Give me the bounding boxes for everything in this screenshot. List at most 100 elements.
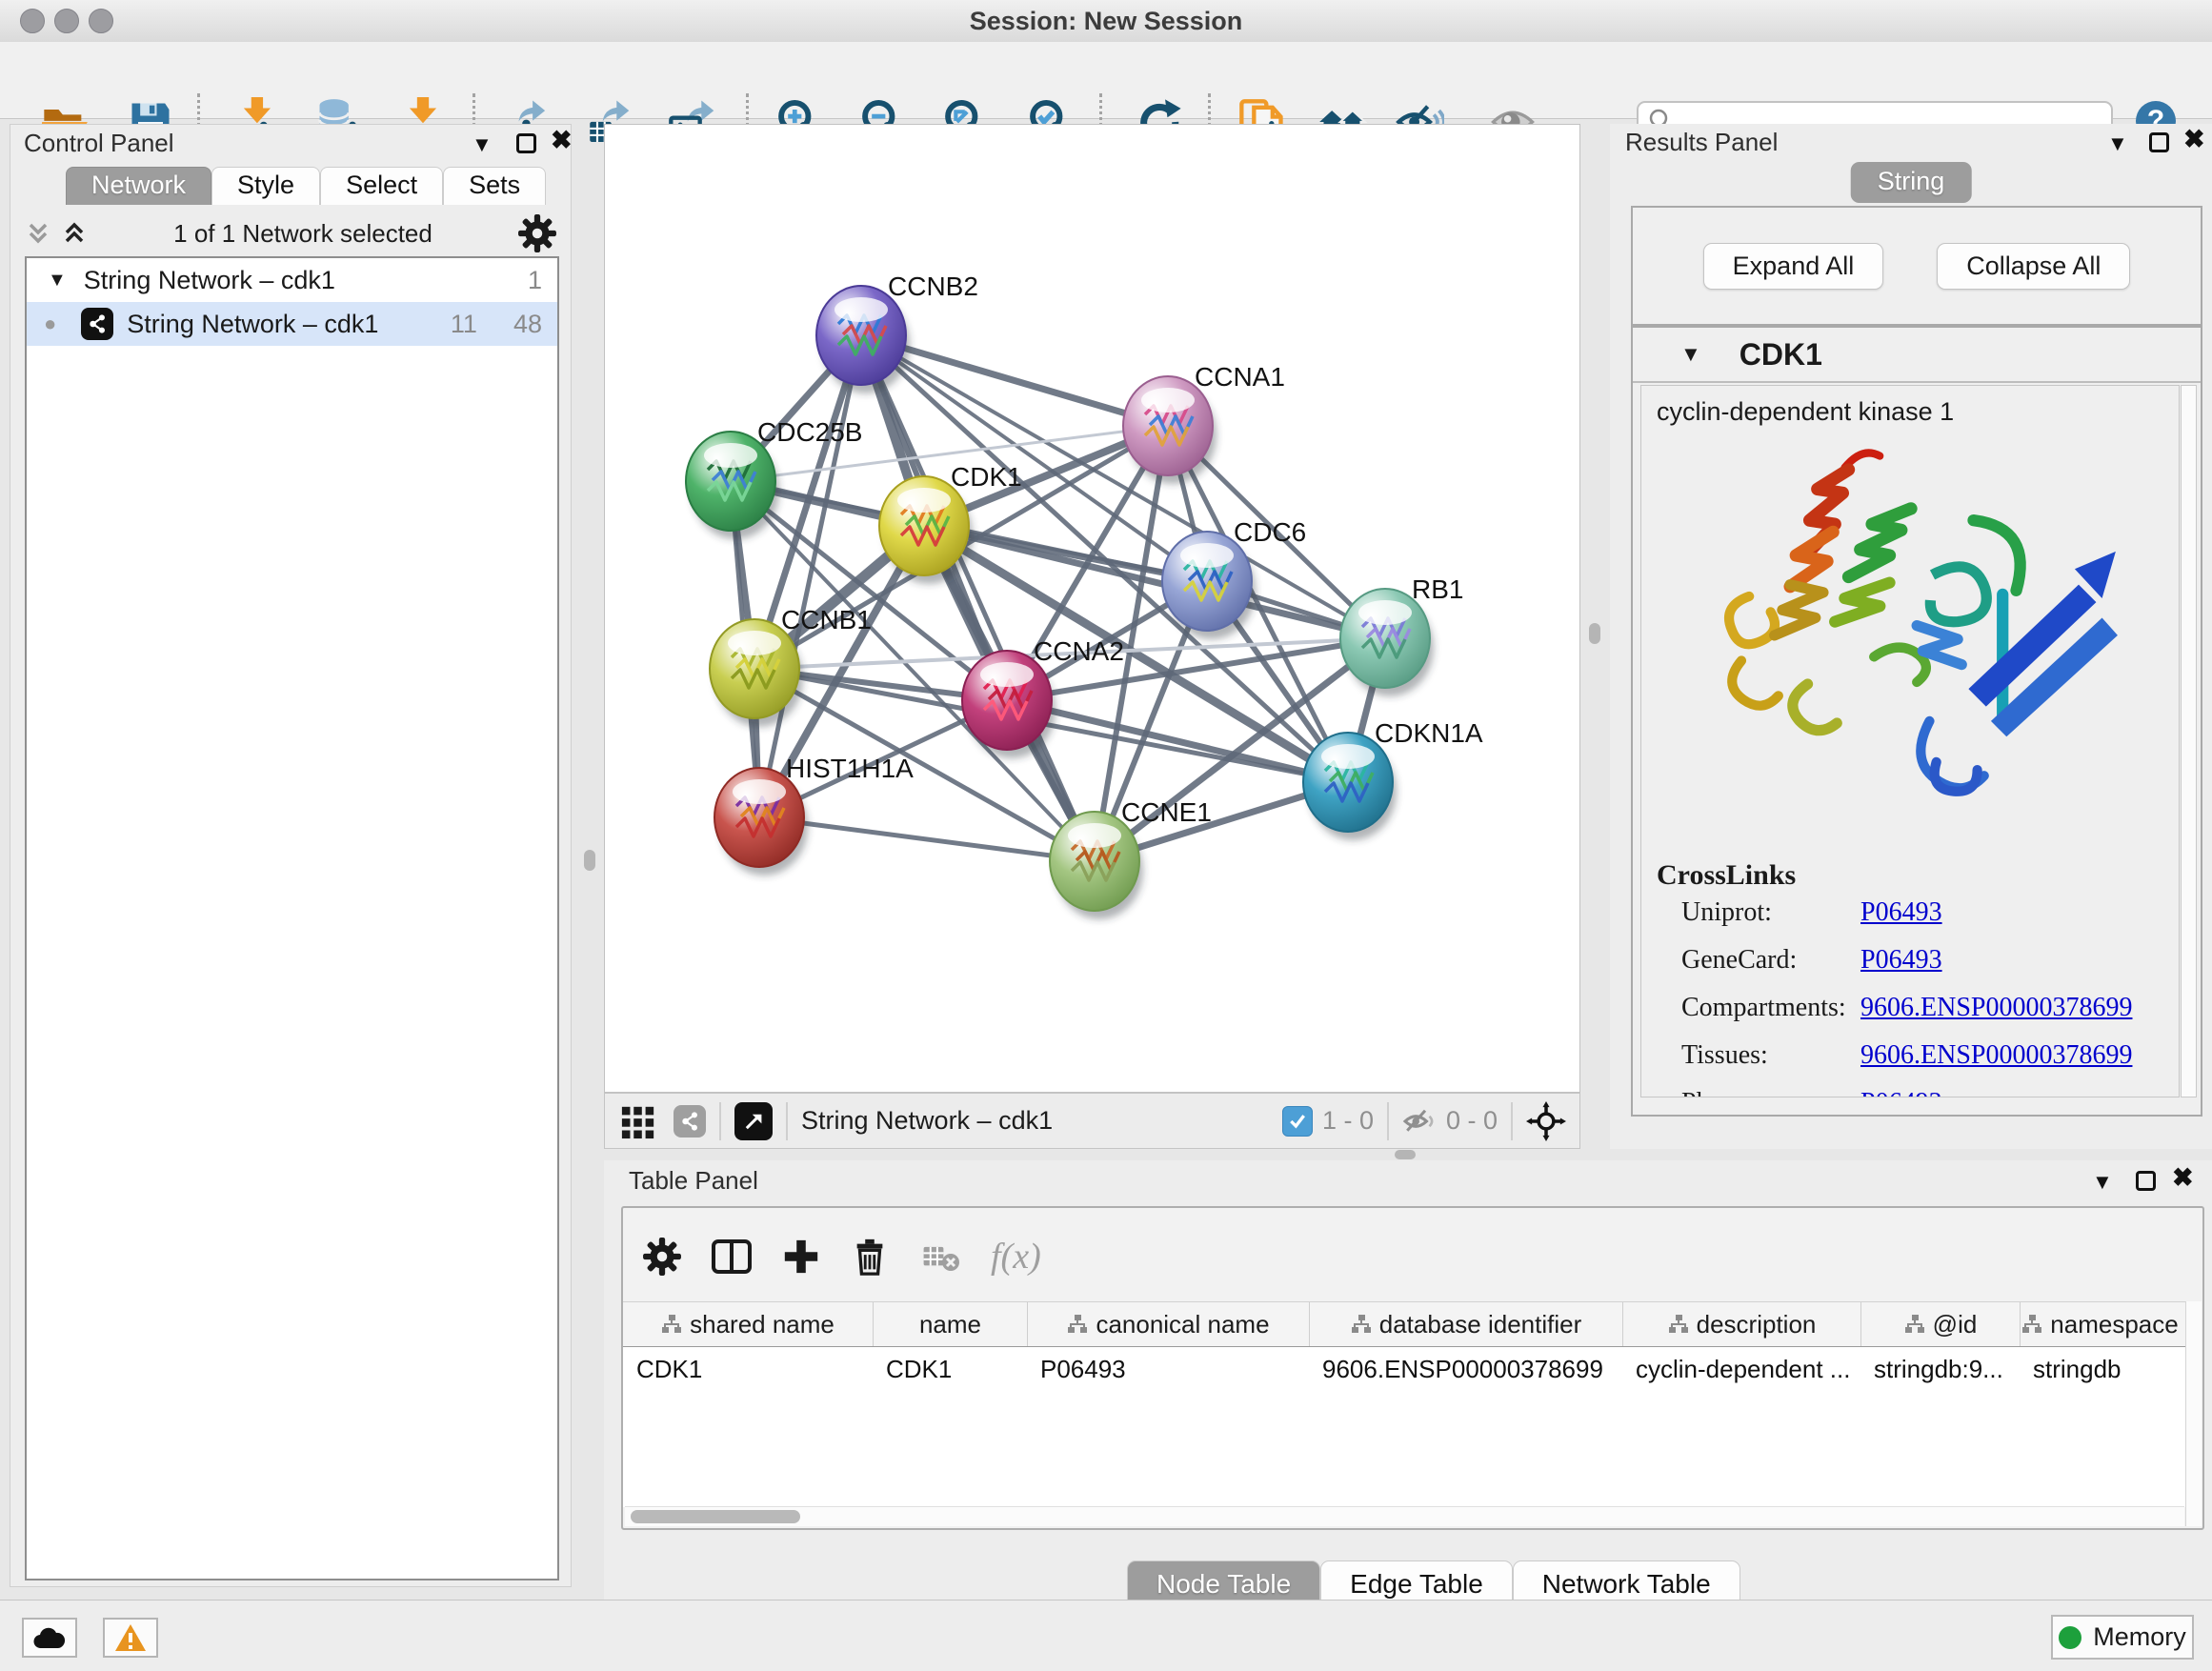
network-tree: ▼ String Network – cdk1 1 ● String Netwo… [25,256,559,1580]
window-title: Session: New Session [0,7,2212,36]
table-header-row: shared name name canonical name database… [623,1301,2186,1348]
current-network-name: String Network – cdk1 [801,1106,1053,1136]
table-cell[interactable]: CDK1 [873,1347,1027,1384]
column-header[interactable]: @id [1860,1302,2020,1346]
node-label: CCNA1 [1195,362,1285,392]
network-options-gear-icon[interactable] [517,213,557,253]
tab-string[interactable]: String [1851,162,1972,203]
selected-items-checkbox[interactable] [1282,1106,1313,1137]
table-cell[interactable]: 9606.ENSP00000378699 [1309,1347,1622,1384]
bottom-splitter-handle[interactable] [1395,1150,1416,1159]
tab-select[interactable]: Select [320,167,443,205]
network-selection-row: 1 of 1 Network selected [24,212,557,254]
tab-sets[interactable]: Sets [443,167,546,205]
tab-style[interactable]: Style [211,167,320,205]
node-label: CCNB1 [781,605,872,634]
delete-table-icon-disabled [918,1238,962,1276]
panel-menu-icon[interactable]: ▼ [2092,1170,2113,1195]
table-cell[interactable]: cyclin-dependent ... [1622,1347,1860,1384]
entry-collapse-icon[interactable]: ▼ [1680,342,1701,367]
table-options-gear-icon[interactable] [642,1237,682,1277]
collection-expand-icon[interactable]: ▼ [48,270,67,292]
collapse-all-button[interactable]: Collapse All [1937,243,2130,290]
network-node[interactable] [962,651,1056,758]
crosslink-label: Uniprot: [1681,897,1860,928]
float-panel-icon[interactable] [2136,1171,2156,1191]
node-label: RB1 [1412,574,1463,604]
node-label: HIST1H1A [786,754,914,783]
left-splitter-handle[interactable] [584,850,595,871]
table-vertical-scrollbar[interactable] [2185,1301,2202,1526]
column-header[interactable]: database identifier [1309,1302,1622,1346]
protein-structure-image [1672,431,2148,850]
network-selection-status: 1 of 1 Network selected [89,219,517,249]
show-columns-icon[interactable] [711,1236,753,1278]
crosslink-row: Pharos: P06493 [1681,1088,2179,1097]
title-bar: Session: New Session [0,0,2212,43]
node-label: CDK1 [951,462,1022,492]
control-panel-tabs: Network Style Select Sets [66,167,546,205]
network-node[interactable] [1050,812,1143,919]
network-graph[interactable]: CCNB2CCNA1CDC25BCDK1CDC6RB1CCNB1CCNA2CDK… [605,125,1579,1092]
column-header[interactable]: name [873,1302,1027,1346]
warnings-button[interactable] [103,1618,158,1658]
expand-all-button[interactable]: Expand All [1703,243,1884,290]
add-column-icon[interactable] [781,1237,821,1277]
results-panel-title: Results Panel [1625,128,1778,157]
column-header[interactable]: canonical name [1027,1302,1309,1346]
crosslink-row: Tissues: 9606.ENSP00000378699 [1681,1040,2179,1071]
network-canvas[interactable]: CCNB2CCNA1CDC25BCDK1CDC6RB1CCNB1CCNA2CDK… [604,124,1580,1093]
column-header[interactable]: namespace [2020,1302,2180,1346]
expand-all-chevron-icon[interactable] [60,219,89,248]
network-node[interactable] [686,432,779,539]
table-cell[interactable]: CDK1 [623,1347,873,1384]
main-toolbar: ? [0,42,2212,119]
hidden-items-eye-slash-icon[interactable] [1402,1104,1437,1138]
table-cell[interactable]: P06493 [1027,1347,1309,1384]
close-panel-icon[interactable]: ✖ [2183,130,2205,150]
float-panel-icon[interactable] [2149,132,2169,152]
grid-view-icon[interactable] [620,1103,656,1139]
tab-network[interactable]: Network [66,167,211,205]
entry-body: cyclin-dependent kinase 1 [1640,385,2180,1097]
network-node[interactable] [816,286,910,393]
birdseye-crosshair-icon[interactable] [1526,1101,1566,1141]
crosslink-link[interactable]: P06493 [1860,1088,1942,1097]
column-label: namespace [2050,1310,2178,1339]
memory-status-dot [2059,1626,2081,1649]
table-horizontal-scrollbar[interactable] [625,1506,2184,1526]
network-node[interactable] [714,768,808,876]
float-panel-icon[interactable] [516,133,536,153]
table-cell[interactable]: stringdb [2020,1347,2180,1384]
node-label: CCNA2 [1034,636,1124,666]
close-panel-icon[interactable]: ✖ [551,131,573,151]
right-splitter-handle[interactable] [1589,623,1600,644]
network-view-mode-icon[interactable] [674,1105,706,1137]
results-vertical-scrollbar[interactable] [2181,385,2197,1097]
cloud-status-button[interactable] [22,1618,77,1658]
entry-header[interactable]: ▼ CDK1 [1633,328,2201,383]
network-node[interactable] [1303,733,1397,840]
memory-button[interactable]: Memory [2051,1615,2194,1660]
table-cell[interactable]: stringdb:9... [1860,1347,2020,1384]
delete-icon[interactable] [850,1237,890,1277]
crosslink-link[interactable]: P06493 [1860,945,1942,976]
column-header[interactable]: shared name [623,1302,873,1346]
node-table-container: f(x) shared name name canonical name dat… [621,1206,2204,1530]
crosslink-link[interactable]: 9606.ENSP00000378699 [1860,993,2132,1023]
collapse-all-chevron-icon[interactable] [24,219,52,248]
crosslink-link[interactable]: P06493 [1860,897,1942,928]
column-header[interactable]: description [1622,1302,1860,1346]
network-node[interactable] [1340,589,1434,696]
scrollbar-thumb[interactable] [631,1510,800,1523]
network-collection-row[interactable]: ▼ String Network – cdk1 1 [27,258,557,302]
control-panel-title: Control Panel [24,129,174,158]
network-row-selected[interactable]: ● String Network – cdk1 11 48 [27,302,557,346]
network-node[interactable] [1123,376,1217,484]
close-panel-icon[interactable]: ✖ [2172,1168,2194,1188]
detach-view-icon[interactable] [734,1102,773,1140]
network-node[interactable] [879,476,973,584]
panel-menu-icon[interactable]: ▼ [2107,131,2128,156]
panel-menu-icon[interactable]: ▼ [472,132,493,157]
crosslink-link[interactable]: 9606.ENSP00000378699 [1860,1040,2132,1071]
